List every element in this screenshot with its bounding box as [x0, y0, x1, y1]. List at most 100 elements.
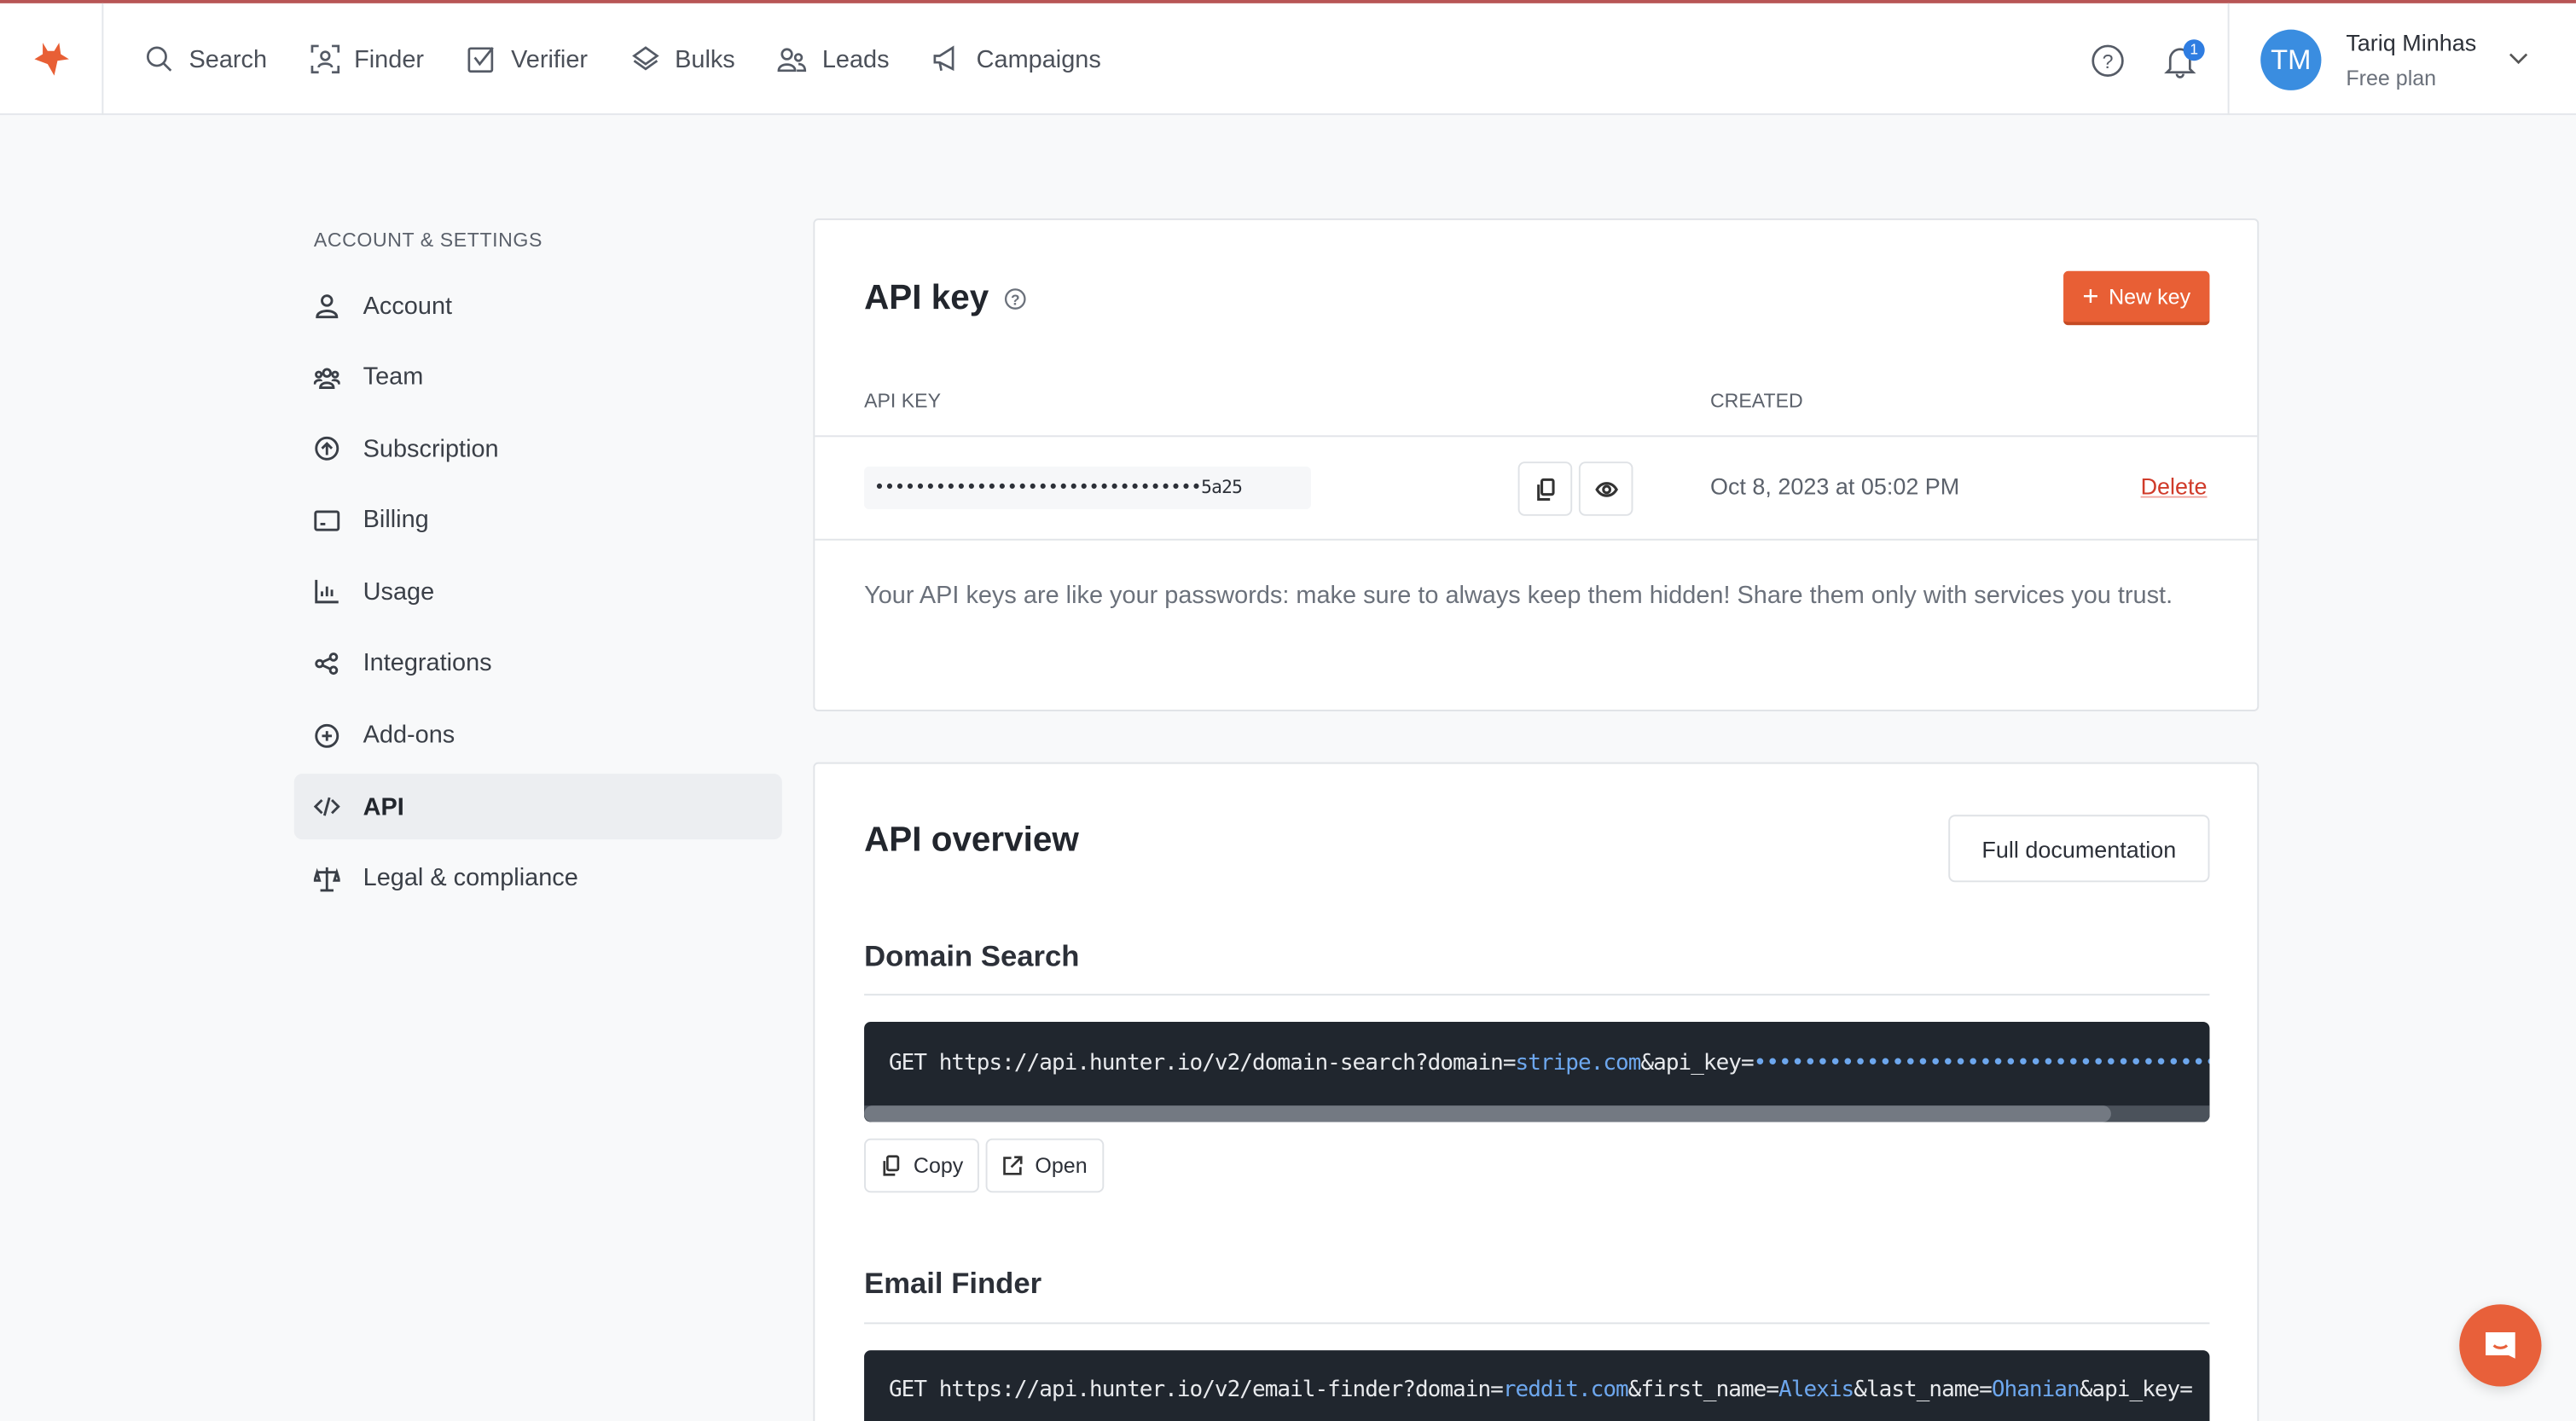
- sidebar-item-usage[interactable]: Usage: [294, 560, 782, 625]
- sidebar-item-integrations[interactable]: Integrations: [294, 631, 782, 697]
- nav-verifier[interactable]: Verifier: [467, 44, 588, 74]
- copy-key-button[interactable]: [1517, 461, 1573, 516]
- open-label: Open: [1035, 1153, 1088, 1178]
- delete-key-link[interactable]: Delete: [2141, 473, 2208, 500]
- sidebar-item-label: Usage: [363, 577, 435, 606]
- fox-logo-icon: [34, 43, 69, 76]
- sidebar-item-label: Legal & compliance: [363, 864, 578, 893]
- new-key-label: New key: [2109, 284, 2191, 310]
- open-button[interactable]: Open: [985, 1138, 1104, 1193]
- code-text: &api_key=: [1640, 1049, 1754, 1076]
- email-finder-code: GET https://api.hunter.io/v2/email-finde…: [864, 1350, 2210, 1421]
- chat-launcher-button[interactable]: [2459, 1304, 2542, 1387]
- api-key-value: ••••••••••••••••••••••••••••••••5a25: [864, 466, 1311, 510]
- sidebar-item-account[interactable]: Account: [294, 273, 782, 339]
- sidebar-item-label: Team: [363, 362, 424, 392]
- megaphone-icon: [934, 45, 955, 72]
- sidebar-item-label: Billing: [363, 506, 429, 535]
- domain-search-code: GET https://api.hunter.io/v2/domain-sear…: [864, 1021, 2210, 1122]
- code-text: &last_name=: [1854, 1376, 1993, 1403]
- nav-label: Verifier: [511, 44, 589, 73]
- nav-finder[interactable]: Finder: [310, 44, 424, 74]
- new-key-button[interactable]: + New key: [2063, 270, 2210, 326]
- api-key-note: Your API keys are like your passwords: m…: [864, 581, 2173, 610]
- integrations-icon: [315, 652, 339, 676]
- copy-button[interactable]: Copy: [864, 1138, 980, 1193]
- sidebar-item-billing[interactable]: Billing: [294, 488, 782, 554]
- arrow-up-circle-icon: [315, 437, 339, 461]
- copy-icon: [883, 1155, 900, 1176]
- created-date: Oct 8, 2023 at 05:02 PM: [1709, 473, 1960, 500]
- nav-label: Campaigns: [976, 44, 1101, 73]
- svg-text:?: ?: [2103, 50, 2114, 72]
- code-text: GET https://api.hunter.io/v2/email-finde…: [888, 1376, 1504, 1403]
- nav-leads[interactable]: Leads: [778, 44, 890, 74]
- user-icon: [316, 294, 339, 319]
- nav-label: Leads: [821, 44, 890, 73]
- sidebar-item-add-ons[interactable]: Add-ons: [294, 702, 782, 768]
- avatar: TM: [2260, 29, 2322, 90]
- domain-search-title: Domain Search: [864, 939, 1080, 973]
- col-header-created: CREATED: [1709, 389, 1803, 413]
- sidebar-item-label: Add-ons: [363, 721, 455, 750]
- code-text: &api_key=: [2079, 1376, 2193, 1403]
- user-menu[interactable]: TM Tariq Minhas Free plan: [2227, 3, 2576, 115]
- code-domain: reddit.com: [1502, 1376, 1629, 1403]
- finder-icon: [310, 44, 339, 74]
- svg-text:?: ?: [1010, 291, 1019, 308]
- email-finder-title: Email Finder: [864, 1266, 1042, 1300]
- divider: [815, 538, 2258, 541]
- hunter-logo[interactable]: [0, 3, 104, 115]
- divider: [864, 1322, 2210, 1325]
- plus-circle-icon: [315, 723, 339, 747]
- plus-icon: +: [2082, 281, 2099, 312]
- code-text: &first_name=: [1627, 1376, 1779, 1403]
- eye-icon: [1594, 481, 1618, 496]
- code-first-name: Alexis: [1778, 1376, 1854, 1403]
- help-icon[interactable]: ?: [2090, 43, 2126, 78]
- api-key-title: API key ?: [864, 279, 1026, 318]
- api-overview-card: API overview Full documentation Domain S…: [813, 762, 2260, 1421]
- sidebar: Account Team Subscription Billing Usage …: [293, 273, 782, 918]
- code-last-name: Ohanian: [1991, 1376, 2080, 1403]
- user-name: Tariq Minhas: [2346, 29, 2477, 56]
- nav-bulks[interactable]: Bulks: [630, 44, 735, 74]
- nav-label: Finder: [354, 44, 425, 73]
- sidebar-item-label: Integrations: [363, 649, 492, 678]
- api-key-card: API key ? + New key API KEY CREATED •••••…: [813, 218, 2260, 711]
- verifier-icon: [467, 47, 494, 73]
- users-icon: [778, 48, 807, 72]
- usage-chart-icon: [315, 580, 339, 605]
- external-link-icon: [1003, 1156, 1023, 1175]
- team-icon: [313, 367, 340, 389]
- code-text: GET https://api.hunter.io/v2/domain-sear…: [888, 1049, 1517, 1076]
- layers-icon: [631, 46, 659, 71]
- col-header-api-key: API KEY: [864, 389, 941, 413]
- full-documentation-button[interactable]: Full documentation: [1948, 815, 2210, 883]
- divider: [815, 435, 2258, 438]
- scale-icon: [313, 867, 340, 891]
- notification-badge: 1: [2183, 39, 2205, 61]
- code-scrollbar[interactable]: [864, 1105, 2210, 1122]
- sidebar-item-team[interactable]: Team: [294, 345, 782, 410]
- sidebar-item-label: Account: [363, 291, 453, 320]
- billing-icon: [314, 510, 340, 531]
- sidebar-item-legal[interactable]: Legal & compliance: [294, 845, 782, 911]
- help-icon[interactable]: ?: [1003, 287, 1026, 310]
- sidebar-item-api[interactable]: API: [293, 774, 782, 840]
- top-nav: Search Finder Verifier Bulks Leads Campa…: [0, 0, 2576, 115]
- sidebar-item-label: Subscription: [363, 434, 499, 463]
- copy-label: Copy: [913, 1153, 964, 1178]
- scrollbar-thumb[interactable]: [864, 1105, 2111, 1122]
- code-key: ••••••••••••••••••••••••••••••••••••••: [1753, 1049, 2210, 1076]
- nav-label: Bulks: [675, 44, 735, 73]
- reveal-key-button[interactable]: [1578, 461, 1633, 516]
- code-domain: stripe.com: [1515, 1049, 1642, 1076]
- divider: [864, 994, 2210, 996]
- code-icon: [313, 797, 340, 816]
- nav-search[interactable]: Search: [144, 44, 267, 74]
- nav-campaigns[interactable]: Campaigns: [932, 44, 1101, 74]
- copy-icon: [1536, 477, 1554, 501]
- sidebar-item-subscription[interactable]: Subscription: [294, 416, 782, 482]
- chat-icon: [2486, 1331, 2515, 1359]
